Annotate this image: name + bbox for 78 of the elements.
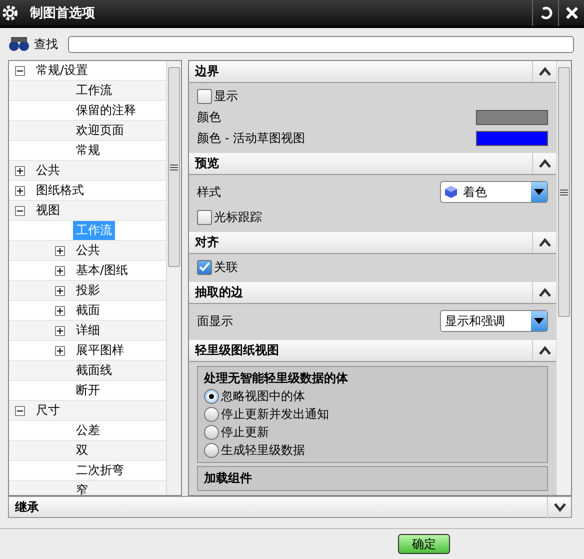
- radio-button[interactable]: [204, 443, 219, 458]
- tree-item[interactable]: 二次折弯: [73, 461, 127, 480]
- radio-button[interactable]: [204, 425, 219, 440]
- field-label: 颜色 - 活动草图视图: [197, 130, 305, 146]
- dropdown[interactable]: 显示和强调: [440, 310, 548, 332]
- checkbox[interactable]: [197, 210, 212, 224]
- group-title: 加载组件: [204, 470, 253, 487]
- minus-icon[interactable]: [15, 206, 25, 216]
- plus-icon[interactable]: [55, 326, 65, 336]
- section-title: 边界: [195, 63, 219, 80]
- color-swatch[interactable]: [476, 110, 548, 124]
- plus-icon[interactable]: [15, 186, 25, 196]
- field-label: 颜色: [197, 108, 221, 126]
- dropdown[interactable]: 着色: [440, 181, 548, 203]
- chevron-up-icon[interactable]: [538, 159, 552, 168]
- chevron-up-icon[interactable]: [538, 67, 552, 76]
- search-label: 查找: [34, 36, 58, 52]
- section-title: 继承: [15, 498, 39, 516]
- close-icon[interactable]: [564, 6, 578, 20]
- radio-button[interactable]: [204, 407, 219, 422]
- tree-item[interactable]: 公共: [73, 241, 103, 260]
- binoculars-icon: [8, 36, 30, 52]
- checkbox-label: 光标跟踪: [214, 208, 262, 226]
- minus-icon[interactable]: [15, 66, 25, 76]
- color-swatch[interactable]: [476, 130, 548, 146]
- radio-button[interactable]: [204, 389, 219, 404]
- tree-item[interactable]: 投影: [73, 281, 103, 300]
- chevron-up-icon[interactable]: [538, 288, 552, 297]
- scrollbar[interactable]: [556, 61, 571, 495]
- tree-item[interactable]: 基本/图纸: [73, 261, 132, 280]
- chevron-up-icon[interactable]: [538, 238, 552, 247]
- checkbox[interactable]: [197, 88, 212, 104]
- minus-icon[interactable]: [15, 406, 25, 416]
- tree-item[interactable]: 截面: [73, 301, 103, 320]
- tree-item[interactable]: 详细: [73, 321, 103, 340]
- checkbox[interactable]: [197, 260, 212, 274]
- tree-item[interactable]: 断开: [73, 381, 103, 400]
- plus-icon[interactable]: [55, 286, 65, 296]
- tree-item[interactable]: 尺寸: [33, 401, 63, 420]
- tree-item[interactable]: 公共: [33, 161, 63, 180]
- section-title: 预览: [195, 155, 219, 172]
- tree-item[interactable]: 图纸格式: [33, 181, 87, 200]
- field-label: 样式: [197, 184, 221, 200]
- tree-item[interactable]: 常规: [73, 141, 103, 160]
- radio-label: 停止更新并发出通知: [221, 406, 329, 423]
- radio-label: 忽略视图中的体: [221, 388, 305, 405]
- chevron-down-icon[interactable]: [552, 502, 566, 512]
- tree-item[interactable]: 展平图样: [73, 341, 127, 360]
- radio-label: 生成轻里级数据: [221, 442, 305, 459]
- group-title: 处理无智能轻里级数据的体: [204, 370, 349, 387]
- checkbox-label: 显示: [214, 88, 238, 104]
- reset-icon[interactable]: [538, 6, 552, 20]
- checkbox-label: 关联: [214, 258, 238, 276]
- window-title: 制图首选项: [28, 5, 96, 22]
- gear-icon[interactable]: [0, 3, 20, 23]
- plus-icon[interactable]: [15, 166, 25, 176]
- caret-icon[interactable]: [534, 318, 544, 324]
- plus-icon[interactable]: [55, 246, 65, 256]
- plus-icon[interactable]: [55, 306, 65, 316]
- section-title: 轻里级图纸视图: [195, 342, 279, 359]
- search-field[interactable]: [68, 36, 574, 52]
- field-label: 面显示: [197, 312, 233, 330]
- tree-item[interactable]: 公差: [73, 421, 103, 440]
- section-title: 抽取的边: [195, 284, 243, 301]
- plus-icon[interactable]: [55, 266, 65, 276]
- ok-button[interactable]: 确定: [398, 534, 450, 554]
- tree-item[interactable]: 视图: [33, 201, 63, 220]
- tree-item[interactable]: 双: [73, 441, 91, 460]
- tree-item[interactable]: 保留的注释: [73, 101, 139, 120]
- plus-icon[interactable]: [55, 346, 65, 356]
- section-title: 对齐: [195, 234, 219, 251]
- scrollbar[interactable]: [166, 61, 181, 495]
- caret-icon[interactable]: [534, 189, 544, 195]
- tree-item[interactable]: 常规/设置: [33, 61, 92, 80]
- radio-label: 停止更新: [221, 424, 269, 441]
- chevron-up-icon[interactable]: [538, 346, 552, 355]
- grip-icon[interactable]: [560, 188, 568, 196]
- grip-icon[interactable]: [170, 164, 178, 170]
